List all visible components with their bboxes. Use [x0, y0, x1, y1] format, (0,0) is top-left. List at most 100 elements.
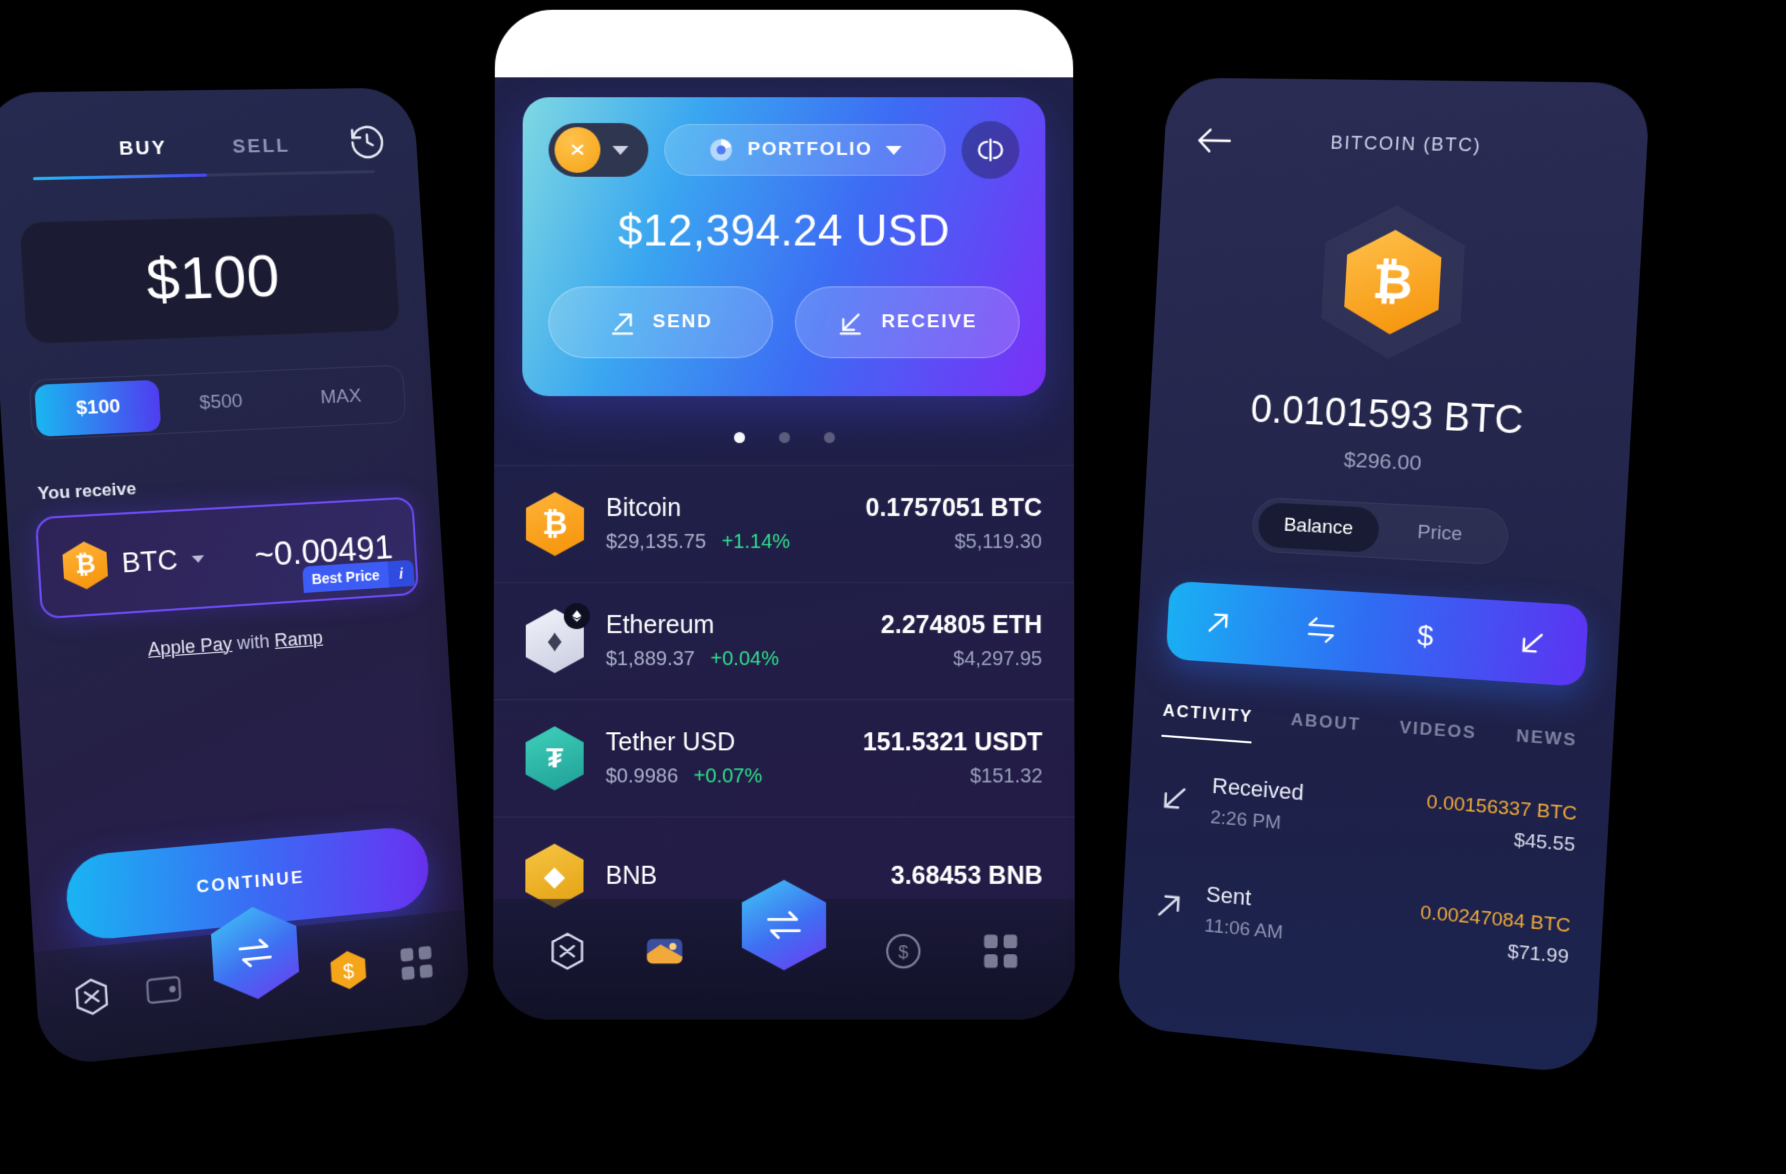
pagination-dot[interactable]	[733, 432, 745, 444]
svg-text:$: $	[1417, 619, 1435, 652]
transaction-amounts: 0.00156337 BTC $45.55	[1424, 792, 1577, 858]
buy-coin-icon[interactable]: $	[883, 930, 923, 972]
toggle-price[interactable]: Price	[1377, 508, 1503, 560]
buy-button[interactable]: $	[1372, 616, 1480, 656]
asset-price-row: $1,889.37 +0.04%	[606, 648, 859, 671]
receive-button[interactable]	[1478, 624, 1588, 662]
receive-asset-selector[interactable]: ₿ BTC ~0.00491	[34, 496, 420, 620]
asset-fiat-value: $5,119.30	[954, 530, 1043, 554]
portfolio-icon[interactable]	[645, 930, 685, 972]
tab-news[interactable]: NEWS	[1515, 726, 1578, 768]
preset-max[interactable]: MAX	[280, 370, 401, 426]
apps-grid-icon[interactable]	[395, 940, 437, 986]
receive-label: RECEIVE	[881, 311, 978, 333]
asset-hero-icon: ₿	[1153, 200, 1643, 368]
pagination-dot[interactable]	[823, 432, 835, 444]
asset-info: Tether USD $0.9986 +0.07%	[606, 728, 841, 788]
amount-value: $100	[144, 242, 282, 313]
toggle-balance[interactable]: Balance	[1257, 501, 1380, 554]
portfolio-selector[interactable]: PORTFOLIO	[664, 124, 946, 176]
preset-100[interactable]: $100	[34, 379, 162, 437]
asset-change: +1.14%	[721, 530, 791, 554]
best-price-label: Best Price	[301, 561, 390, 593]
exodus-logo-icon[interactable]	[70, 973, 115, 1021]
payment-method-line: Apple Pay with Ramp	[15, 619, 447, 670]
wallet-icon[interactable]	[142, 965, 186, 1013]
asset-name: Bitcoin	[605, 494, 682, 522]
balance-price-toggle: Balance Price	[1251, 496, 1510, 566]
bitcoin-hexagon-icon: ₿	[526, 492, 584, 556]
back-arrow-icon[interactable]	[1193, 124, 1234, 157]
chevron-down-icon[interactable]	[191, 554, 205, 563]
transaction-time: 2:26 PM	[1209, 806, 1282, 834]
bitcoin-hexagon-icon: ₿	[1319, 204, 1467, 362]
transaction-fiat: $71.99	[1506, 941, 1570, 969]
tab-activity[interactable]: ACTIVITY	[1161, 700, 1254, 744]
info-icon[interactable]: i	[387, 559, 415, 588]
asset-price: $1,889.37	[605, 648, 695, 671]
balance-crypto: 0.0101593 BTC	[1249, 388, 1525, 443]
send-arrow-icon	[1151, 888, 1186, 925]
asset-change: +0.04%	[710, 648, 779, 671]
asset-price-row: $29,135.75 +1.14%	[606, 531, 844, 554]
history-icon[interactable]	[346, 122, 388, 163]
tab-buy[interactable]: BUY	[118, 138, 168, 161]
table-row[interactable]: ₿ Bitcoin $29,135.75 +1.14% 0.1757051 BT…	[493, 465, 1075, 583]
receive-button[interactable]: RECEIVE	[794, 286, 1020, 359]
transaction-info: Received 2:26 PM	[1210, 773, 1407, 845]
buy-coin-icon[interactable]: $	[327, 947, 369, 994]
tether-hexagon-icon: ₮	[526, 726, 584, 790]
swap-button[interactable]	[1269, 611, 1374, 648]
ethereum-badge-icon	[563, 603, 590, 630]
asset-info: Bitcoin $29,135.75 +1.14%	[606, 494, 844, 554]
receive-asset-left: ₿ BTC	[62, 535, 206, 591]
tab-about[interactable]: ABOUT	[1289, 710, 1361, 752]
preset-500[interactable]: $500	[159, 375, 283, 431]
transaction-fiat: $45.55	[1513, 829, 1576, 857]
send-arrow-icon	[1203, 607, 1234, 639]
asset-quantity: 151.5321 USDT	[862, 728, 1043, 757]
table-row[interactable]: ₮ Tether USD $0.9986 +0.07% 151.5321 USD…	[493, 699, 1075, 817]
asset-list: ₿ Bitcoin $29,135.75 +1.14% 0.1757051 BT…	[493, 465, 1075, 935]
send-label: SEND	[652, 311, 713, 333]
asset-price: $29,135.75	[605, 530, 707, 554]
tab-sell[interactable]: SELL	[232, 135, 291, 158]
buy-screen-phone: BUY SELL $100 $100 $500 MAX You receive …	[0, 87, 472, 1068]
transaction-list: Received 2:26 PM 0.00156337 BTC $45.55 S…	[1149, 743, 1579, 999]
asset-price-row: $0.9986 +0.07%	[606, 765, 841, 788]
table-row[interactable]: ♦ Ethereum $1,889.37 +0.04% 2.274805 ETH…	[493, 582, 1075, 700]
exodus-coin-icon	[554, 127, 601, 173]
balance-fiat: $296.00	[1343, 448, 1423, 476]
receive-arrow-icon	[837, 308, 865, 336]
dollar-icon: $	[1417, 619, 1435, 652]
send-button[interactable]	[1167, 605, 1270, 642]
exodus-logo-icon[interactable]	[548, 930, 588, 972]
bottom-nav-bar: $	[493, 899, 1075, 1020]
amount-presets: $100 $500 MAX	[28, 364, 407, 441]
apps-grid-icon[interactable]	[980, 930, 1020, 972]
wallet-selector[interactable]	[548, 123, 649, 177]
pie-chart-icon	[710, 139, 733, 161]
connect-link-icon[interactable]	[961, 121, 1020, 179]
asset-quantity: 0.1757051 BTC	[865, 494, 1043, 522]
asset-holdings: 3.68453 BNB	[891, 861, 1043, 890]
asset-holdings: 151.5321 USDT $151.32	[863, 728, 1043, 788]
bitcoin-hexagon-icon: ₿	[62, 540, 109, 590]
tab-videos[interactable]: VIDEOS	[1398, 718, 1477, 761]
asset-quantity: 3.68453 BNB	[890, 861, 1043, 890]
chevron-down-icon[interactable]	[885, 145, 902, 155]
portfolio-label: PORTFOLIO	[747, 138, 873, 160]
transaction-amount: 0.00156337 BTC	[1426, 791, 1578, 826]
transaction-amounts: 0.00247084 BTC $71.99	[1418, 902, 1571, 969]
apple-pay-link[interactable]: Apple Pay	[147, 633, 232, 659]
svg-text:$: $	[898, 943, 908, 963]
ramp-link[interactable]: Ramp	[274, 627, 323, 651]
chevron-down-icon[interactable]	[612, 145, 629, 155]
send-button[interactable]: SEND	[548, 286, 774, 359]
asset-info: BNB	[606, 861, 869, 890]
ethereum-hexagon-icon: ♦	[526, 603, 590, 673]
amount-input[interactable]: $100	[18, 212, 401, 345]
pagination-dot[interactable]	[778, 432, 790, 444]
transaction-info: Sent 11:06 AM	[1204, 881, 1401, 955]
asset-price: $0.9986	[605, 765, 679, 788]
